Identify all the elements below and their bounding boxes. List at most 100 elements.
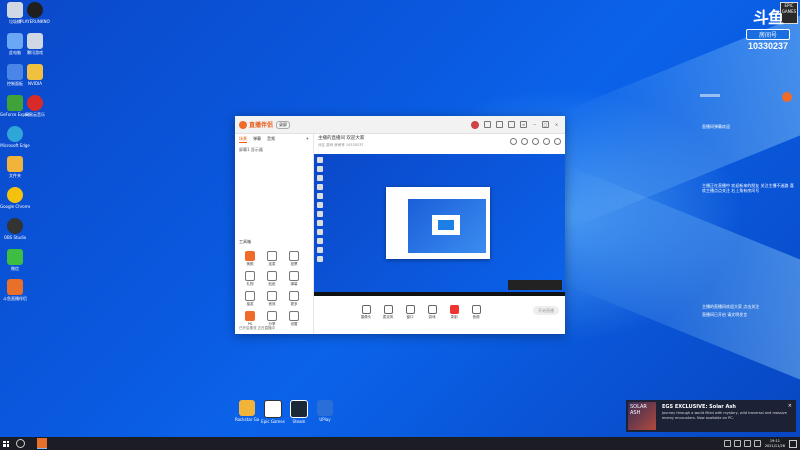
chevron-up-icon[interactable] (723, 440, 731, 447)
notice-icon[interactable] (510, 138, 517, 145)
notification-center-icon[interactable] (789, 439, 797, 448)
input-method-icon[interactable] (753, 440, 761, 447)
audio-button[interactable]: 音频 (468, 304, 484, 320)
taskbar: 19:11 2021/11/26 (0, 437, 800, 450)
desktop-icon-chrome[interactable]: Google Chrome (0, 187, 30, 209)
desktop-icon-steam[interactable]: Steam (287, 400, 311, 424)
add-scene-icon[interactable]: + (306, 136, 309, 143)
tool-danmu[interactable]: 弹幕 (283, 271, 305, 287)
tool-vote[interactable]: 投票 (283, 251, 305, 267)
desktop-icon-epic[interactable]: Epic Games (261, 400, 285, 424)
stream-title[interactable]: 主播的直播间 欢迎大家 (318, 136, 364, 141)
pubg-icon (27, 2, 43, 18)
stream-header: 主播的直播间 欢迎大家 分区 游戏 房间号 10330237 (314, 134, 565, 154)
desktop-icon-douyu[interactable]: 斗鱼直播伴侣 (0, 279, 30, 301)
control-bar: 摄像头 麦克风 窗口 游戏 录制 音频 (314, 298, 565, 326)
minimize-icon[interactable]: − (532, 122, 537, 127)
desktop-icon-wechat[interactable]: 微信 (0, 249, 30, 271)
tool-settings[interactable]: 设置 (283, 311, 305, 327)
mic-button[interactable]: 麦克风 (380, 304, 396, 320)
more-icon (289, 291, 299, 301)
go-live-button[interactable]: 开始直播 (533, 306, 559, 315)
camera-icon (361, 304, 371, 314)
gift-icon (245, 271, 255, 281)
desktop-icon-netease-music[interactable]: 网易云音乐 (20, 95, 50, 117)
rockstar-icon (239, 400, 255, 416)
app-titlebar[interactable]: 直播伴侣 录屏 ≡ − □ × (235, 116, 565, 134)
wechat-icon (7, 249, 23, 265)
taskbar-app-douyu[interactable] (37, 438, 47, 449)
tool-sticker[interactable]: 贴纸 (261, 271, 283, 287)
tool-lottery[interactable]: 抽奖 (239, 291, 261, 307)
maximize-icon[interactable]: □ (542, 121, 549, 128)
desktop-icon-app[interactable]: 腾讯游戏 (20, 33, 50, 55)
live-preview[interactable] (314, 154, 565, 296)
desktop-icon-edge[interactable]: Microsoft Edge (0, 126, 30, 148)
tool-link[interactable]: 连麦 (261, 251, 283, 267)
bottom-desktop-icons: Rockstar Games Epic Games Steam UPlay (235, 400, 337, 424)
desktop-icon-obs[interactable]: OBS Studio (0, 218, 30, 240)
message-icon[interactable] (484, 121, 491, 128)
window-button[interactable]: 窗口 (402, 304, 418, 320)
pk-icon (245, 311, 255, 321)
douyu-icon (7, 279, 23, 295)
preview-panel: 主播的直播间 欢迎大家 分区 游戏 房间号 10330237 摄像头 麦克风 窗… (314, 134, 565, 334)
douyu-overlay: 斗鱼 房间号 10330237 (742, 10, 794, 51)
tab-audio[interactable]: 音频 (267, 136, 275, 143)
tool-share[interactable]: 分享 (261, 311, 283, 327)
settings-icon[interactable] (508, 121, 515, 128)
sound-icon (267, 291, 277, 301)
desktop-icon-uplay[interactable]: UPlay (313, 400, 337, 424)
desktop-icon-nvidia[interactable]: NVIDIA (20, 64, 50, 86)
share-icon[interactable] (554, 138, 561, 145)
uplay-icon (317, 400, 333, 416)
lock-icon[interactable] (521, 138, 528, 145)
tab-danmu[interactable]: 弹幕 (253, 136, 261, 143)
toolbox-title: 工具箱 (239, 239, 251, 244)
volume-icon[interactable] (743, 440, 751, 447)
nested-preview (408, 199, 486, 253)
vote-icon (289, 251, 299, 261)
obs-icon (7, 218, 23, 234)
chat-icon[interactable] (543, 138, 550, 145)
network-icon[interactable] (733, 440, 741, 447)
tool-beauty[interactable]: 美颜 (239, 251, 261, 267)
room-id: 10330237 (747, 41, 789, 51)
game-icon (427, 304, 437, 314)
skin-icon[interactable] (496, 121, 503, 128)
clock-date: 2021/11/26 (764, 443, 785, 448)
clock[interactable]: 19:11 2021/11/26 (765, 439, 785, 449)
tool-gift[interactable]: 礼物 (239, 271, 261, 287)
douyu-logo: 斗鱼 (752, 10, 784, 27)
desktop-icon-folder[interactable]: 文件夹 (0, 156, 30, 178)
scene-row[interactable]: 屏幕1 显示器 (235, 145, 313, 155)
edge-icon (7, 126, 23, 142)
desktop-icon-pubg[interactable]: PLAYERUNKNOWN'S (20, 2, 50, 24)
tool-sound[interactable]: 音效 (261, 291, 283, 307)
windows-logo-icon (3, 440, 9, 447)
start-button[interactable] (0, 437, 12, 450)
left-tabs: 场景 弹幕 音频 + (235, 134, 313, 145)
search-icon[interactable] (16, 439, 25, 448)
tab-scenes[interactable]: 场景 (239, 136, 247, 143)
room-tag: 房间号 (746, 29, 790, 40)
user-avatar[interactable] (471, 120, 479, 129)
nested-app-window (386, 187, 490, 259)
window-icon (405, 304, 415, 314)
overlay-text-4: 直播间已开启 请文明发言 (702, 312, 748, 317)
game-button[interactable]: 游戏 (424, 304, 440, 320)
tool-more[interactable]: 更多 (283, 291, 305, 307)
epic-notification[interactable]: SOLAR ASH EGS EXCLUSIVE: Solar Ash Journ… (626, 400, 796, 432)
close-icon[interactable]: × (788, 403, 792, 409)
menu-icon[interactable]: ≡ (520, 121, 527, 128)
mode-pill[interactable]: 录屏 (276, 120, 291, 129)
gift-box-icon[interactable] (532, 138, 539, 145)
close-icon[interactable]: × (554, 122, 559, 127)
scene-panel: 场景 弹幕 音频 + 屏幕1 显示器 工具箱 美颜 连麦 投票 礼物 贴纸 弹幕… (235, 134, 314, 334)
camera-button[interactable]: 摄像头 (358, 304, 374, 320)
streaming-app-window[interactable]: 直播伴侣 录屏 ≡ − □ × 场景 弹幕 音频 + 屏幕1 显示器 工具箱 美… (235, 116, 565, 334)
tool-pk[interactable]: PK (239, 311, 261, 327)
record-button[interactable]: 录制 (446, 304, 462, 320)
wallpaper-beam (560, 162, 800, 388)
desktop-icon-rockstar[interactable]: Rockstar Games (235, 400, 259, 424)
